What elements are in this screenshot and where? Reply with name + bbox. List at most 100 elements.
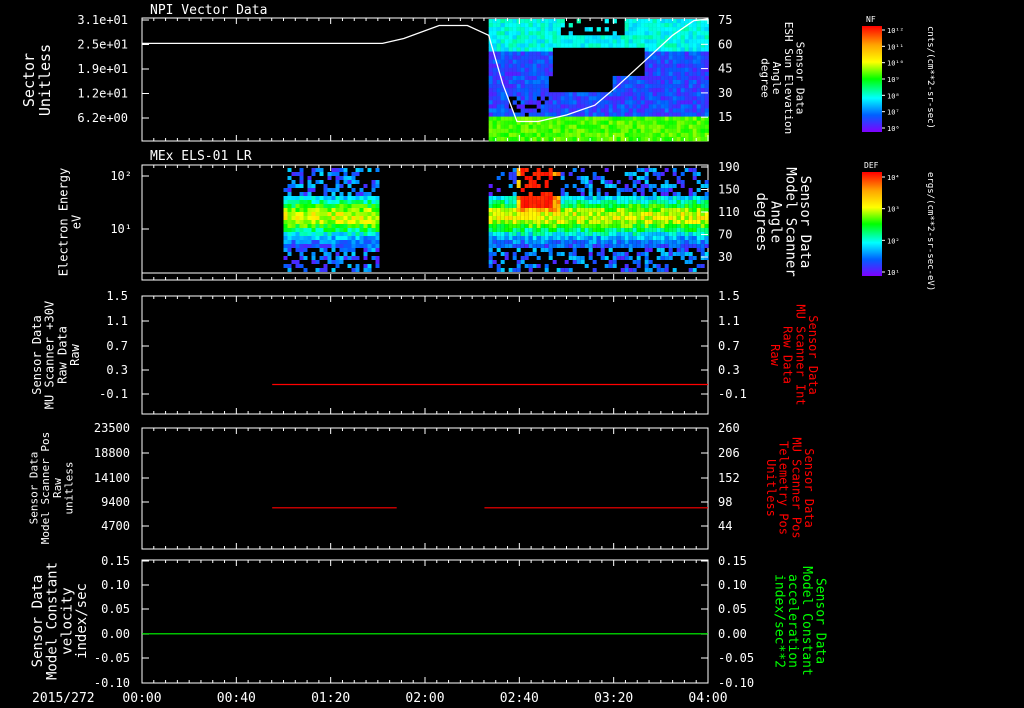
colorbar-tick-label: 10¹² xyxy=(887,27,904,35)
def-colorbar: DEF 10⁴ 10³ 10² 10¹ ergs/(cm**2-sr-sec-eV) xyxy=(862,161,935,291)
y-tick-label: -0.1 xyxy=(99,387,128,401)
colorbar-tick-label: 10⁸ xyxy=(887,92,900,100)
time-tick-label: 01:20 xyxy=(311,691,350,706)
y2-tick-label: 70 xyxy=(718,228,732,242)
y2-tick-label: 260 xyxy=(718,421,740,435)
y-tick-label: 2.5e+01 xyxy=(77,38,128,52)
y2-tick-label: 44 xyxy=(718,519,732,533)
y2-tick-label: -0.1 xyxy=(718,387,747,401)
y-tick-label: 4700 xyxy=(101,519,130,533)
time-tick-label: 00:40 xyxy=(217,691,256,706)
y2-axis-title-line: index/sec**2 xyxy=(772,574,787,668)
y2-tick-label: 30 xyxy=(718,86,732,100)
colorbar-tick-label: 10¹ xyxy=(887,269,900,277)
y-tick-label: 10² xyxy=(110,169,132,183)
y2-tick-label: 1.5 xyxy=(718,289,740,303)
y-axis-title-line: index/sec xyxy=(74,583,90,659)
date-label: 2015/272 xyxy=(32,691,95,706)
y-axis-title-line: velocity xyxy=(59,587,75,654)
y-tick-label: 0.10 xyxy=(101,578,130,592)
y2-axis-title-line: degrees xyxy=(753,192,769,251)
y2-tick-label: 0.7 xyxy=(718,339,740,353)
y2-tick-label: 15 xyxy=(718,110,732,124)
y-tick-label: 1.9e+01 xyxy=(77,62,128,76)
y2-tick-label: 150 xyxy=(718,183,740,197)
y-tick-label: 18800 xyxy=(94,446,130,460)
y-tick-label: 0.7 xyxy=(106,339,128,353)
nf-colorbar: NF 10¹² 10¹¹ 10¹⁰ 10⁹ 10⁸ 10⁷ 10⁶ cnts/(cm**2-… xyxy=(862,15,935,133)
y2-axis-title-line: degree xyxy=(759,58,772,98)
def-colorbar-units: ergs/(cm**2-sr-sec-eV) xyxy=(925,172,935,291)
y2-tick-label: 98 xyxy=(718,495,732,509)
y-tick-label: -0.10 xyxy=(94,676,130,690)
y-tick-label: 23500 xyxy=(94,421,130,435)
nf-colorbar-label: NF xyxy=(866,15,876,24)
time-tick-label: 02:40 xyxy=(500,691,539,706)
mu30-panel-frame xyxy=(141,295,709,415)
npi-title: NPI Vector Data xyxy=(150,3,267,18)
y-tick-label: 10¹ xyxy=(110,222,132,236)
y-tick-label: 0.3 xyxy=(106,363,128,377)
nf-colorbar-units: cnts/(cm**2-sr-sec) xyxy=(925,26,935,129)
y2-tick-label: 0.10 xyxy=(718,578,747,592)
y-tick-label: 0.05 xyxy=(101,602,130,616)
y2-tick-label: 0.3 xyxy=(718,363,740,377)
def-colorbar-label: DEF xyxy=(864,161,879,170)
colorbar-tick-label: 10¹¹ xyxy=(887,43,904,51)
y2-tick-label: 45 xyxy=(718,62,732,76)
pos-panel-frame xyxy=(141,427,709,550)
y-tick-label: 6.2e+00 xyxy=(77,111,128,125)
colorbar-tick-label: 10⁶ xyxy=(887,125,900,133)
colorbar-tick-label: 10¹⁰ xyxy=(887,60,904,68)
colorbar-tick-label: 10⁴ xyxy=(887,174,900,182)
y-axis-title-line: eV xyxy=(69,215,83,229)
y-tick-label: 1.2e+01 xyxy=(77,87,128,101)
vel-panel-frame xyxy=(141,559,709,684)
colorbar-tick-label: 10² xyxy=(887,237,900,245)
y-axis-title-line: unitless xyxy=(62,462,75,515)
y2-axis-title-line: Model Scanner xyxy=(782,167,798,277)
stacked-chart: 3.1e+01 2.5e+01 1.9e+01 1.2e+01 6.2e+00 75 60 4… xyxy=(20,3,935,706)
y-tick-label: 1.1 xyxy=(106,314,128,328)
y2-tick-label: 190 xyxy=(718,160,740,174)
y-tick-label: -0.05 xyxy=(94,651,130,665)
y2-tick-label: -0.05 xyxy=(718,651,754,665)
time-tick-label: 02:00 xyxy=(405,691,444,706)
y2-axis-title-line: Sensor Data xyxy=(797,176,813,269)
y2-tick-label: 0.15 xyxy=(718,554,747,568)
y2-tick-label: 30 xyxy=(718,250,732,264)
y2-axis-title-line: Angle xyxy=(768,201,784,243)
y-tick-label: 1.5 xyxy=(106,289,128,303)
left-axis-labels: SectorUnitlessElectron EnergyeVSensor Da… xyxy=(20,44,90,680)
y2-tick-label: 0.05 xyxy=(718,602,747,616)
y-axis-title-line: Model Constant xyxy=(45,562,61,680)
y-axis-title-line: Raw xyxy=(68,343,82,365)
y-tick-label: 0.00 xyxy=(101,627,130,641)
y2-tick-label: -0.10 xyxy=(718,676,754,690)
time-tick-label: 00:00 xyxy=(122,691,161,706)
npi-heatmap xyxy=(488,19,709,142)
y-axis-title-line: Unitless xyxy=(36,44,54,116)
colorbar-tick-label: 10³ xyxy=(887,206,900,214)
y2-tick-label: 110 xyxy=(718,205,740,219)
y2-tick-label: 75 xyxy=(718,13,732,27)
time-axis: 00:00 00:40 01:20 02:00 02:40 03:20 04:00 xyxy=(122,691,727,706)
els-heatmap xyxy=(283,168,709,272)
time-tick-label: 04:00 xyxy=(688,691,727,706)
els-title: MEx ELS-01 LR xyxy=(150,149,252,164)
y-tick-label: 14100 xyxy=(94,471,130,485)
y2-axis-title-line: Raw xyxy=(768,344,782,366)
y2-axis-title-line: Unitless xyxy=(764,459,778,517)
time-tick-label: 03:20 xyxy=(594,691,633,706)
y2-tick-label: 0.00 xyxy=(718,627,747,641)
y-tick-label: 0.15 xyxy=(101,554,130,568)
y2-tick-label: 60 xyxy=(718,37,732,51)
y2-tick-label: 206 xyxy=(718,446,740,460)
y-tick-label: 9400 xyxy=(101,495,130,509)
colorbar-tick-label: 10⁷ xyxy=(887,109,900,117)
colorbar-tick-label: 10⁹ xyxy=(887,76,900,84)
y-axis-title-line: Sensor Data xyxy=(30,575,46,668)
y2-tick-label: 152 xyxy=(718,471,740,485)
y-tick-label: 3.1e+01 xyxy=(77,13,128,27)
right-axis-labels: Sensor DataESH Sun ElevationAngledegreeS… xyxy=(753,22,828,676)
